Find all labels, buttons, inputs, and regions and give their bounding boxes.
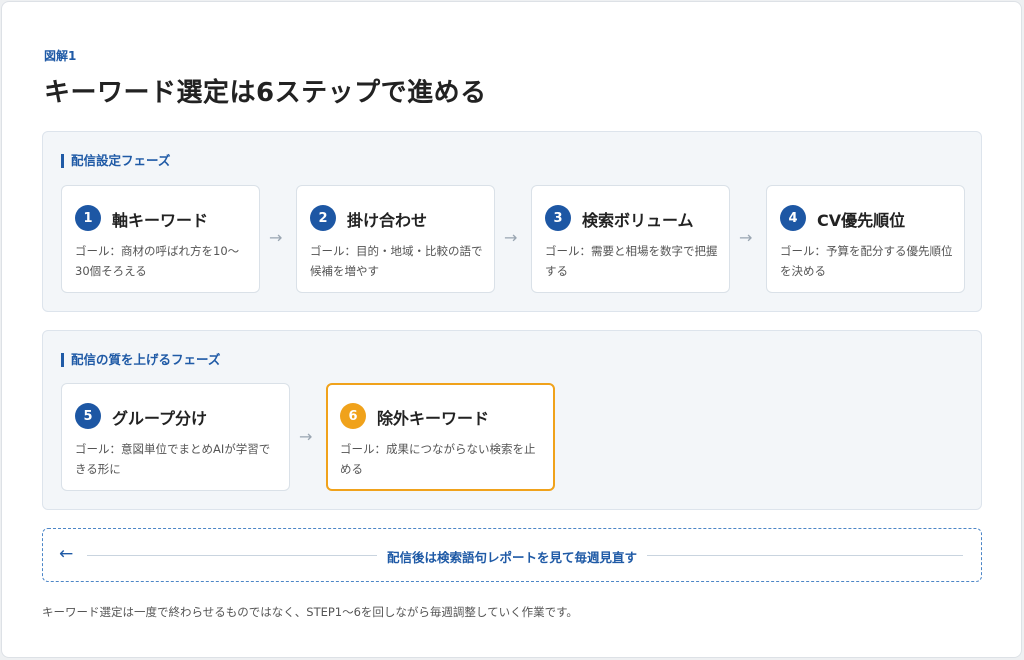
step-number-badge: 4 [780,205,806,231]
arrow-right-icon: → [504,228,518,247]
figure-label: 図解1 [44,49,77,63]
step-goal: ゴール：需要と相場を数字で把握する [545,244,718,278]
step-card-5: 5 グループ分け ゴール：意図単位でまとめAIが学習できる形に [61,383,290,491]
step-title: 除外キーワード [377,409,490,428]
step-number-badge: 5 [75,403,101,429]
phase-setup: 配信設定フェーズ 1 軸キーワード ゴール：商材の呼ばれ方を10〜30個そろえる… [42,131,982,312]
step-card-1: 1 軸キーワード ゴール：商材の呼ばれ方を10〜30個そろえる [61,185,260,293]
step-goal: ゴール：予算を配分する優先順位を決める [780,244,953,278]
step-number-badge: 2 [310,205,336,231]
step-number-badge: 3 [545,205,571,231]
arrow-right-icon: → [299,427,313,446]
step-title: 検索ボリューム [582,211,694,230]
phase-quality: 配信の質を上げるフェーズ 5 グループ分け ゴール：意図単位でまとめAIが学習で… [42,330,982,510]
step-goal: ゴール：商材の呼ばれ方を10〜30個そろえる [75,244,240,278]
step-number-badge: 1 [75,205,101,231]
step-title: 掛け合わせ [347,211,428,230]
step-title: 軸キーワード [112,211,209,230]
step-card-2: 2 掛け合わせ ゴール：目的・地域・比較の語で候補を増やす [296,185,495,293]
step-card-4: 4 CV優先順位 ゴール：予算を配分する優先順位を決める [766,185,965,293]
loop-text: 配信後は検索語句レポートを見て毎週見直す [376,550,647,565]
step-title: CV優先順位 [817,211,906,230]
step-card-3: 3 検索ボリューム ゴール：需要と相場を数字で把握する [531,185,730,293]
step-goal: ゴール：成果につながらない検索を止める [340,442,536,476]
phase-label: 配信の質を上げるフェーズ [61,353,220,367]
step-card-6: 6 除外キーワード ゴール：成果につながらない検索を止める [326,383,555,491]
step-goal: ゴール：意図単位でまとめAIが学習できる形に [75,442,271,476]
footnote: キーワード選定は一度で終わらせるものではなく、STEP1〜6を回しながら毎週調整… [42,605,578,619]
step-number-badge: 6 [340,403,366,429]
step-title: グループ分け [112,409,208,428]
step-goal: ゴール：目的・地域・比較の語で候補を増やす [310,244,483,278]
page-title: キーワード選定は6ステップで進める [44,78,487,108]
arrow-right-icon: → [739,228,753,247]
phase-label: 配信設定フェーズ [61,154,170,168]
review-loop-box: ← 配信後は検索語句レポートを見て毎週見直す [42,528,982,582]
arrow-right-icon: → [269,228,283,247]
